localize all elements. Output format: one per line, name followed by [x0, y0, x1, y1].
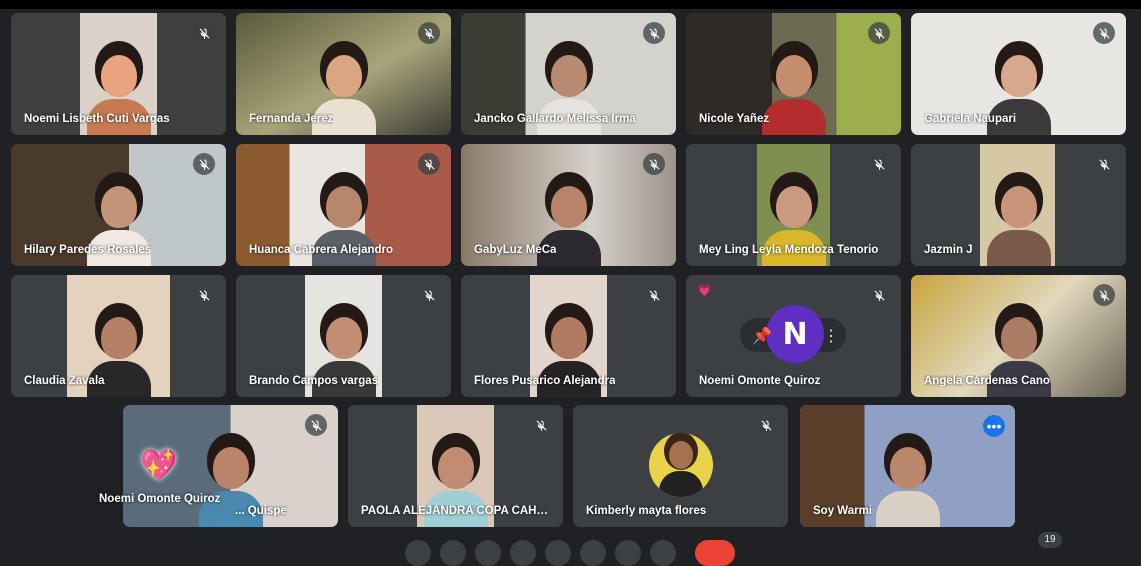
- participant-tile[interactable]: Huanca Cabrera Alejandro: [236, 144, 451, 266]
- participant-name: Noemi Lisbeth Cuti Vargas: [24, 113, 170, 125]
- mic-off-icon: [418, 22, 440, 44]
- participant-name: Flores Pusarico Alejandra: [474, 375, 616, 387]
- captions-button[interactable]: [475, 540, 501, 566]
- mic-off-icon: [193, 284, 215, 306]
- participant-name: GabyLuz MeCa: [474, 244, 557, 256]
- participant-tile[interactable]: Claudia Zavala: [11, 275, 226, 397]
- participant-tile[interactable]: Brando Campos vargas: [236, 275, 451, 397]
- participant-name: PAOLA ALEJANDRA COPA CAHU...: [361, 505, 551, 517]
- participant-name: Claudia Zavala: [24, 375, 105, 387]
- mic-off-icon: [643, 284, 665, 306]
- mic-off-icon: [868, 153, 890, 175]
- mic-off-icon: [418, 153, 440, 175]
- more-button[interactable]: [615, 540, 641, 566]
- participant-count-badge[interactable]: 19: [1038, 532, 1062, 548]
- participant-name: ... Quispe: [235, 505, 287, 517]
- leave-call-button[interactable]: [695, 540, 735, 566]
- participant-name: Mey Ling Leyla Mendoza Tenorio: [699, 244, 879, 256]
- activities-button[interactable]: [650, 540, 676, 566]
- mic-off-icon: [1093, 284, 1115, 306]
- participant-tile[interactable]: Gabriela Naupari: [911, 13, 1126, 135]
- participant-name: Gabriela Naupari: [924, 113, 1017, 125]
- mic-off-icon: [868, 284, 890, 306]
- mic-off-icon: [530, 414, 552, 436]
- participant-name: Kimberly mayta flores: [586, 505, 707, 517]
- present-button[interactable]: [545, 540, 571, 566]
- reactions-button[interactable]: [510, 540, 536, 566]
- participant-tile[interactable]: Jancko Gallardo Melissa Irma: [461, 13, 676, 135]
- participant-name: Noemi Omonte Quiroz: [699, 375, 821, 387]
- participant-name: Fernanda Jerez: [249, 113, 334, 125]
- mic-off-icon: [193, 153, 215, 175]
- participant-name: Jancko Gallardo Melissa Irma: [474, 113, 636, 125]
- avatar: [649, 433, 713, 497]
- mic-off-icon: [643, 22, 665, 44]
- participant-name: Soy Warmi: [813, 505, 873, 517]
- mic-off-icon: [305, 414, 327, 436]
- participant-name: Nicole Yañez: [699, 113, 770, 125]
- more-options-button[interactable]: •••: [983, 415, 1005, 437]
- participant-name: Jazmin J: [924, 244, 973, 256]
- participant-tile[interactable]: Mey Ling Leyla Mendoza Tenorio: [686, 144, 901, 266]
- participant-tile[interactable]: GabyLuz MeCa: [461, 144, 676, 266]
- more-options-icon[interactable]: ⋮: [823, 326, 839, 346]
- participant-tile[interactable]: PAOLA ALEJANDRA COPA CAHU...: [348, 405, 563, 527]
- participant-tile[interactable]: Jazmin J: [911, 144, 1126, 266]
- mic-off-icon: [418, 284, 440, 306]
- participant-tile[interactable]: Noemi Lisbeth Cuti Vargas: [11, 13, 226, 135]
- camera-button[interactable]: [440, 540, 466, 566]
- heart-reaction-icon: 💗: [697, 283, 712, 297]
- raise-hand-button[interactable]: [580, 540, 606, 566]
- participant-tile[interactable]: Nicole Yañez: [686, 13, 901, 135]
- participant-name: Ángela Cárdenas Cano: [924, 375, 1050, 387]
- pin-icon[interactable]: 📌: [752, 326, 772, 346]
- participant-tile[interactable]: ••• Soy Warmi: [800, 405, 1015, 527]
- participant-name: Hilary Paredes Rosales: [24, 244, 152, 256]
- mic-off-icon: [1093, 22, 1115, 44]
- mic-button[interactable]: [405, 540, 431, 566]
- top-bar: [0, 0, 1141, 9]
- participant-tile[interactable]: Hilary Paredes Rosales: [11, 144, 226, 266]
- mic-off-icon: [755, 414, 777, 436]
- mic-off-icon: [1093, 153, 1115, 175]
- reaction-sender-name: Noemi Omonte Quiroz: [99, 493, 221, 505]
- participant-tile[interactable]: Flores Pusarico Alejandra: [461, 275, 676, 397]
- participant-name: Brando Campos vargas: [249, 375, 379, 387]
- participant-name: Huanca Cabrera Alejandro: [249, 244, 394, 256]
- participant-tile[interactable]: Ángela Cárdenas Cano: [911, 275, 1126, 397]
- mic-off-icon: [643, 153, 665, 175]
- heart-sparkle-icon: 💖: [140, 449, 178, 482]
- mic-off-icon: [193, 22, 215, 44]
- avatar: N: [766, 305, 824, 363]
- mic-off-icon: [868, 22, 890, 44]
- participant-tile[interactable]: Fernanda Jerez: [236, 13, 451, 135]
